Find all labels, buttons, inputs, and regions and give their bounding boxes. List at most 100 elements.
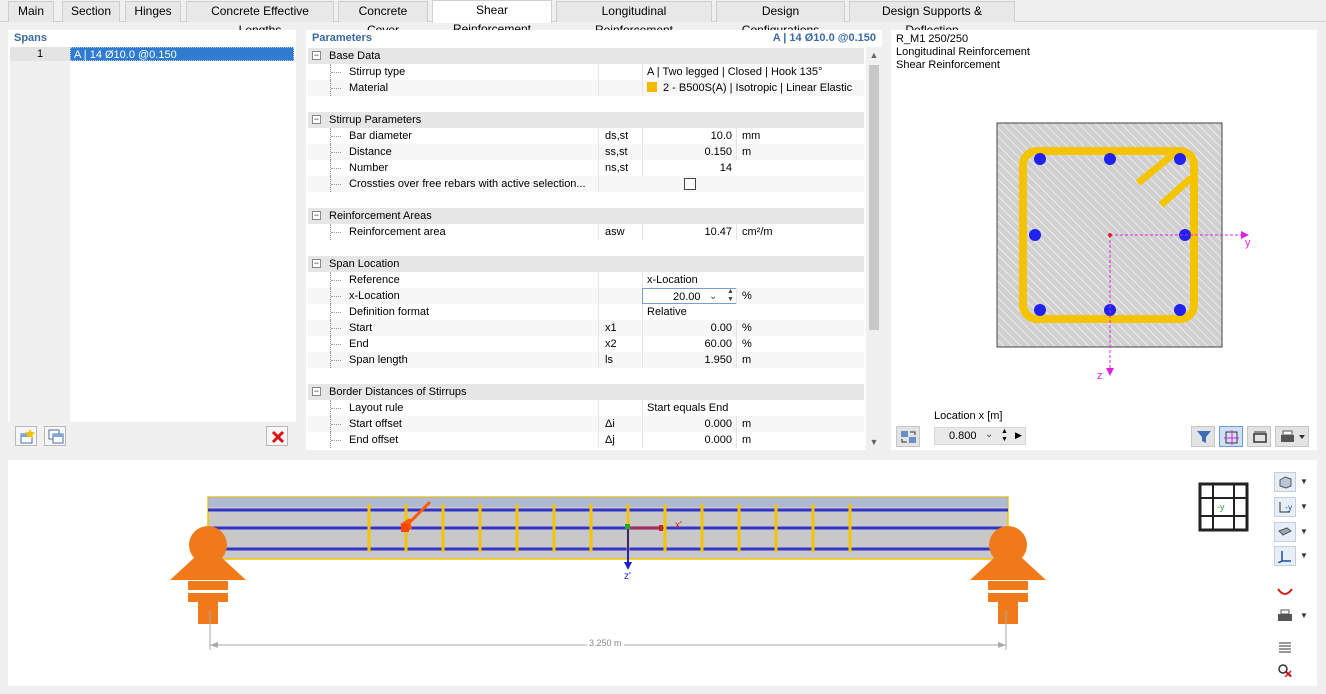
tab-concrete-effective-lengths[interactable]: Concrete Effective Lengths [186,1,334,37]
row-x-location[interactable]: x-Location 20.00 ⌄ ▲ ▼ % [308,288,864,304]
row-end[interactable]: End x2 60.00 % [308,336,864,352]
x-location-input[interactable]: 20.00 ⌄ ▲ ▼ [642,288,737,304]
list-item[interactable]: 1 A | 14 Ø10.0 @0.150 [10,47,294,61]
symbol: asw [598,224,640,240]
span-value[interactable]: A | 14 Ø10.0 @0.150 [70,47,294,61]
axis-z-label: z' [624,571,631,582]
chevron-down-icon[interactable]: ▼ [1300,551,1308,560]
start-offset-value[interactable]: 0.000 [642,416,734,432]
group-span-location[interactable]: − Span Location [308,256,864,272]
group-reinforcement-areas[interactable]: − Reinforcement Areas [308,208,864,224]
span-number: 1 [10,47,70,61]
symbol: ds,st [598,128,640,144]
settings-view-button[interactable] [1247,426,1271,447]
chevron-down-icon[interactable]: ⌄ [985,429,993,440]
collapse-icon[interactable]: − [312,387,321,396]
deformation-button[interactable] [1274,582,1310,602]
row-start-offset[interactable]: Start offset Δi 0.000 m [308,416,864,432]
deformation-icon [1277,588,1293,595]
chevron-down-icon[interactable]: ⌄ [709,289,717,305]
new-span-icon [20,429,35,444]
number-value[interactable]: 14 [642,160,734,176]
tab-main[interactable]: Main [8,1,54,22]
parameters-scrollbar[interactable]: ▲ ▼ [866,47,882,450]
spinner-icon[interactable]: ▲ ▼ [727,288,734,304]
material-color-swatch [647,82,657,92]
symbol: x1 [598,320,640,336]
tab-longitudinal-reinforcement[interactable]: Longitudinal Reinforcement [556,1,712,37]
tab-section[interactable]: Section [62,1,120,22]
symbol: ls [598,352,640,368]
copy-icon [48,429,64,444]
swap-view-button[interactable] [896,426,920,447]
bar-diameter-value[interactable]: 10.0 [642,128,734,144]
tab-shear-reinforcement[interactable]: Shear Reinforcement [432,0,552,36]
row-crossties[interactable]: Crossties over free rebars with active s… [308,176,864,192]
scroll-thumb[interactable] [869,65,879,330]
parameters-panel: Parameters A | 14 Ø10.0 @0.150 − Base Da… [306,30,882,450]
filter-icon [1197,431,1211,443]
tab-design-supports-deflection[interactable]: Design Supports & Deflection [849,1,1015,37]
group-base-data[interactable]: − Base Data [308,48,864,64]
collapse-icon[interactable]: − [312,259,321,268]
end-value[interactable]: 60.00 [642,336,734,352]
row-reference[interactable]: Reference x-Location [308,272,864,288]
end-offset-value[interactable]: 0.000 [642,432,734,448]
row-number[interactable]: Number ns,st 14 [308,160,864,176]
chevron-down-icon[interactable]: ▼ [1300,611,1308,620]
row-material[interactable]: Material 2 - B500S(A) | Isotropic | Line… [308,80,864,96]
spinner-icon[interactable]: ▲ ▼ [1001,428,1008,444]
reference-value[interactable]: x-Location [642,272,862,288]
collapse-icon[interactable]: − [312,51,321,60]
delete-icon [271,430,285,444]
render-mode-button[interactable]: ▼ [1274,522,1310,542]
row-end-offset[interactable]: End offset Δj 0.000 m [308,432,864,448]
filter-button[interactable] [1191,426,1215,447]
row-definition-format[interactable]: Definition format Relative [308,304,864,320]
chevron-down-icon[interactable]: ▼ [1300,502,1308,511]
chevron-down-icon[interactable]: ▼ [1300,477,1308,486]
view-mode-button[interactable]: ▼ [1274,472,1310,492]
reset-zoom-button[interactable] [1274,660,1310,680]
location-input[interactable]: 0.800 ⌄ ▲ ▼ ▶ [934,427,1026,445]
copy-span-button[interactable] [44,426,66,446]
group-border-distances[interactable]: − Border Distances of Stirrups [308,384,864,400]
row-stirrup-type[interactable]: Stirrup type A | Two legged | Closed | H… [308,64,864,80]
delete-span-button[interactable] [266,426,288,446]
scroll-down-icon[interactable]: ▼ [869,437,879,447]
dimension-toggle-button[interactable] [1219,426,1243,447]
row-distance[interactable]: Distance ss,st 0.150 m [308,144,864,160]
row-span-length[interactable]: Span length ls 1.950 m [308,352,864,368]
new-span-button[interactable] [15,426,37,446]
print-view-button[interactable]: ▼ [1274,606,1310,626]
tab-hinges[interactable]: Hinges [125,1,181,22]
row-start[interactable]: Start x1 0.00 % [308,320,864,336]
group-stirrup-parameters[interactable]: − Stirrup Parameters [308,112,864,128]
chevron-down-icon[interactable]: ▼ [1300,527,1308,536]
start-value[interactable]: 0.00 [642,320,734,336]
stirrup-type-value[interactable]: A | Two legged | Closed | Hook 135° [642,64,862,80]
table-view-button[interactable] [1274,637,1310,657]
scroll-up-icon[interactable]: ▲ [869,50,879,60]
symbol: Δi [598,416,640,432]
symbol: ns,st [598,160,640,176]
distance-value[interactable]: 0.150 [642,144,734,160]
coordinate-system-button[interactable]: ▼ [1274,546,1310,566]
tab-concrete-cover[interactable]: Concrete Cover [338,1,428,37]
symbol: x2 [598,336,640,352]
row-layout-rule[interactable]: Layout rule Start equals End [308,400,864,416]
collapse-icon[interactable]: − [312,115,321,124]
collapse-icon[interactable]: − [312,211,321,220]
row-reinforcement-area[interactable]: Reinforcement area asw 10.47 cm²/m [308,224,864,240]
coordinate-axes-icon [1277,551,1291,563]
tab-design-configurations[interactable]: Design Configurations [716,1,845,37]
definition-format-value[interactable]: Relative [642,304,862,320]
view-direction-button[interactable]: -y ▼ [1274,497,1310,517]
row-bar-diameter[interactable]: Bar diameter ds,st 10.0 mm [308,128,864,144]
swap-icon [901,431,916,443]
print-button[interactable] [1275,426,1309,447]
layout-rule-value[interactable]: Start equals End [642,400,862,416]
next-arrow-icon[interactable]: ▶ [1015,430,1022,441]
crossties-checkbox[interactable] [684,178,696,190]
material-value[interactable]: 2 - B500S(A) | Isotropic | Linear Elasti… [642,80,862,96]
